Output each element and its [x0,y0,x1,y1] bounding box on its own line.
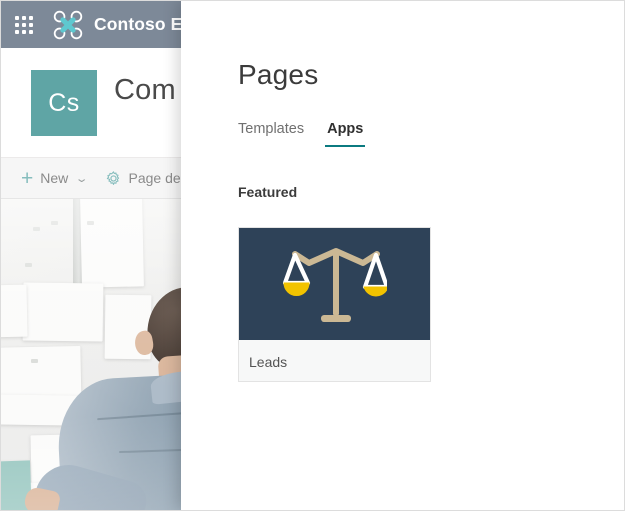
page-title: Pages [238,59,319,90]
hero-pin [51,221,58,225]
site-logo-tile[interactable]: Cs [31,70,97,136]
tab-templates[interactable]: Templates [238,121,304,147]
chevron-down-icon: ⌄ [74,172,89,185]
contoso-pinwheel-logo-icon [53,10,83,39]
panel-tab-list: Templates Apps [238,121,366,147]
balance-scales-icon [282,248,387,322]
plus-icon: + [21,166,34,190]
hero-pin [25,263,32,267]
hero-pin [31,359,38,363]
pages-panel: Pages Templates Apps Featured Leads [181,1,624,510]
app-card-thumbnail [239,228,430,340]
page-details-label: Page de [128,170,181,186]
featured-section-label: Featured [238,184,298,200]
app-launcher-waffle-icon[interactable] [1,1,47,48]
hero-pin [87,221,94,225]
hero-paper [22,282,104,342]
hero-pin [33,227,40,231]
hero-paper [80,199,144,288]
new-button[interactable]: + New ⌄ [21,166,89,190]
site-title: Com [114,74,176,106]
gear-icon [106,170,119,185]
hero-paper [1,284,28,338]
tab-apps[interactable]: Apps [325,121,366,147]
page-details-button[interactable]: Page de [105,170,181,187]
app-window: Contoso Ele Cs Com Home + New ⌄ Page de [0,0,625,511]
waffle-dot-grid [15,15,33,34]
app-card-label: Leads [249,354,288,370]
app-card-leads[interactable]: Leads [238,227,431,382]
new-button-label: New [40,170,69,186]
